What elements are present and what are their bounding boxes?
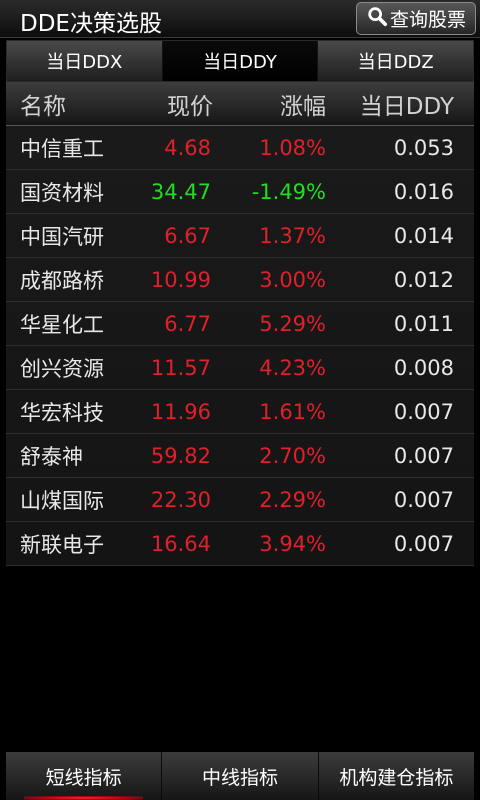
stock-table: 中信重工 4.68 1.08% 0.053 国资材料 34.47 -1.49% … <box>6 126 474 566</box>
column-header-price[interactable]: 现价 <box>136 87 213 121</box>
stock-price: 11.96 <box>150 399 211 424</box>
stock-change: 1.08% <box>259 135 326 160</box>
tab-mid-term[interactable]: 中线指标 <box>162 752 319 800</box>
tab-ddz[interactable]: 当日DDZ <box>318 41 474 81</box>
stock-name: 华星化工 <box>20 312 104 337</box>
table-row[interactable]: 山煤国际 22.30 2.29% 0.007 <box>6 478 474 522</box>
column-header-ddy[interactable]: 当日DDY <box>326 87 466 121</box>
table-row[interactable]: 舒泰神 59.82 2.70% 0.007 <box>6 434 474 478</box>
stock-price: 6.67 <box>164 223 211 248</box>
stock-ddy: 0.053 <box>393 135 454 160</box>
stock-change: 5.29% <box>259 311 326 336</box>
stock-ddy: 0.011 <box>393 311 454 336</box>
stock-name: 舒泰神 <box>20 444 83 469</box>
stock-name: 华宏科技 <box>20 400 104 425</box>
table-row[interactable]: 华星化工 6.77 5.29% 0.011 <box>6 302 474 346</box>
tab-ddy[interactable]: 当日DDY <box>162 41 319 81</box>
stock-ddy: 0.007 <box>393 443 454 468</box>
stock-change: 3.00% <box>259 267 326 292</box>
stock-change: -1.49% <box>251 179 326 204</box>
table-row[interactable]: 成都路桥 10.99 3.00% 0.012 <box>6 258 474 302</box>
stock-name: 国资材料 <box>20 180 104 205</box>
stock-ddy: 0.007 <box>393 531 454 556</box>
stock-ddy: 0.012 <box>393 267 454 292</box>
stock-price: 10.99 <box>150 267 211 292</box>
app-title: DDE决策选股 <box>20 11 162 37</box>
stock-name: 中信重工 <box>20 136 104 161</box>
stock-change: 3.94% <box>259 531 326 556</box>
table-row[interactable]: 创兴资源 11.57 4.23% 0.008 <box>6 346 474 390</box>
column-header-name[interactable]: 名称 <box>6 87 136 121</box>
stock-name: 创兴资源 <box>20 356 104 381</box>
stock-ddy: 0.007 <box>393 487 454 512</box>
tab-short-term[interactable]: 短线指标 <box>6 752 163 800</box>
table-row[interactable]: 国资材料 34.47 -1.49% 0.016 <box>6 170 474 214</box>
tab-institution[interactable]: 机构建仓指标 <box>318 752 474 800</box>
stock-ddy: 0.008 <box>393 355 454 380</box>
stock-ddy: 0.007 <box>393 399 454 424</box>
search-icon <box>366 5 388 32</box>
ddx-tab-bar: 当日DDX 当日DDY 当日DDZ <box>6 40 474 82</box>
stock-change: 2.70% <box>259 443 326 468</box>
stock-price: 16.64 <box>150 531 211 556</box>
stock-ddy: 0.014 <box>393 223 454 248</box>
tab-institution-label: 机构建仓指标 <box>339 766 454 789</box>
stock-price: 34.47 <box>150 179 211 204</box>
query-stock-label: 查询股票 <box>389 9 466 31</box>
query-stock-button[interactable]: 查询股票 <box>356 2 476 35</box>
table-row[interactable]: 华宏科技 11.96 1.61% 0.007 <box>6 390 474 434</box>
stock-price: 59.82 <box>150 443 211 468</box>
stock-change: 1.61% <box>259 399 326 424</box>
stock-price: 4.68 <box>164 135 211 160</box>
stock-price: 6.77 <box>164 311 211 336</box>
table-row[interactable]: 中信重工 4.68 1.08% 0.053 <box>6 126 474 170</box>
column-header-change[interactable]: 涨幅 <box>213 87 326 121</box>
active-tab-indicator <box>24 796 144 800</box>
stock-price: 22.30 <box>150 487 211 512</box>
stock-ddy: 0.016 <box>393 179 454 204</box>
stock-change: 1.37% <box>259 223 326 248</box>
bottom-tab-bar: 短线指标 中线指标 机构建仓指标 <box>6 752 474 800</box>
table-row[interactable]: 新联电子 16.64 3.94% 0.007 <box>6 522 474 566</box>
tab-short-term-label: 短线指标 <box>45 766 122 789</box>
table-row[interactable]: 中国汽研 6.67 1.37% 0.014 <box>6 214 474 258</box>
stock-name: 山煤国际 <box>20 488 104 513</box>
stock-change: 2.29% <box>259 487 326 512</box>
title-bar: DDE决策选股 查询股票 <box>0 0 480 38</box>
stock-change: 4.23% <box>259 355 326 380</box>
stock-name: 成都路桥 <box>20 268 104 293</box>
tab-mid-term-label: 中线指标 <box>201 766 278 789</box>
stock-name: 新联电子 <box>20 532 104 557</box>
stock-price: 11.57 <box>150 355 211 380</box>
table-header: 名称 现价 涨幅 当日DDY <box>6 82 474 126</box>
tab-ddx[interactable]: 当日DDX <box>7 41 163 81</box>
stock-name: 中国汽研 <box>20 224 104 249</box>
